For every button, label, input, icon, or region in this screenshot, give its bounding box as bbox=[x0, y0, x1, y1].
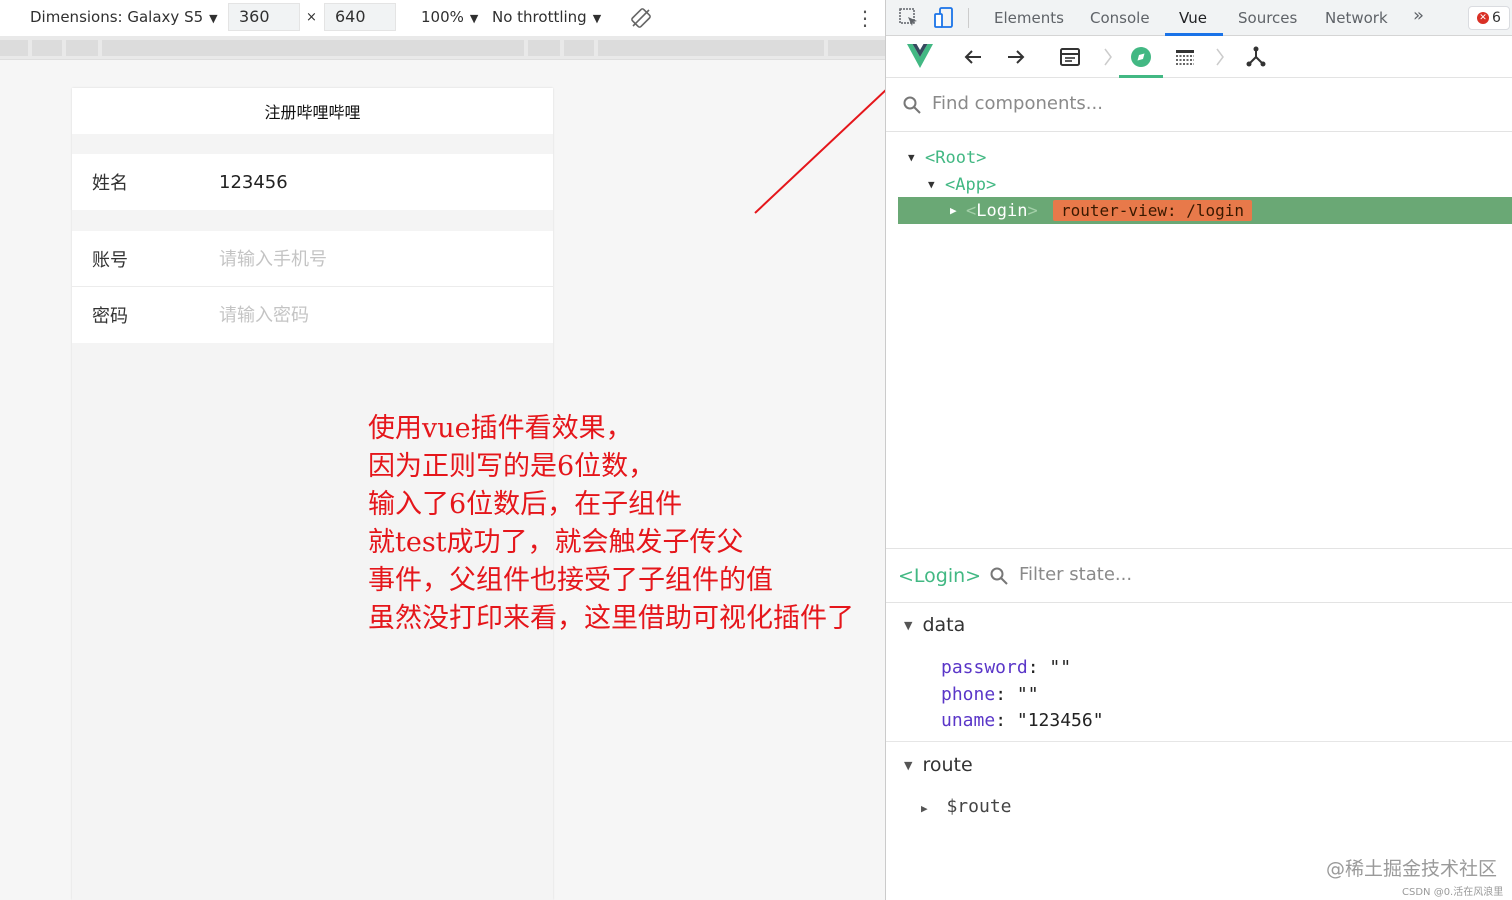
tree-node-label: <Login> bbox=[966, 200, 1038, 221]
vue-toolbar bbox=[886, 36, 1512, 78]
page-title: 注册哔哩哔哩 bbox=[72, 88, 553, 134]
explore-compass-icon[interactable] bbox=[1129, 45, 1153, 69]
expand-triangle-icon[interactable]: ▼ bbox=[904, 619, 912, 632]
password-input[interactable] bbox=[219, 304, 519, 326]
dimensions-select[interactable]: Dimensions: Galaxy S5 ▼ bbox=[30, 8, 218, 26]
section-route[interactable]: ▼ route bbox=[904, 754, 973, 776]
section-data[interactable]: ▼ data bbox=[904, 614, 965, 636]
csdn-credit: CSDN @0.活在风浪里 bbox=[1402, 887, 1504, 898]
chevron-down-icon: ▼ bbox=[469, 12, 479, 25]
route-prop-route[interactable]: ▶ $route bbox=[921, 796, 1012, 817]
error-count-badge[interactable]: ✕ 6 bbox=[1468, 6, 1510, 30]
data-prop-phone[interactable]: phone: "" bbox=[941, 684, 1039, 705]
search-icon bbox=[990, 567, 1008, 585]
height-input[interactable]: 640 bbox=[324, 3, 396, 31]
name-label: 姓名 bbox=[92, 173, 128, 194]
tree-row-app[interactable]: ▼ <App> bbox=[886, 171, 1512, 198]
tab-console[interactable]: Console bbox=[1090, 9, 1150, 27]
juejin-watermark: @稀土掘金技术社区 bbox=[1326, 858, 1498, 880]
devtools-tab-bar: Elements Console Vue Sources Network » ✕… bbox=[886, 0, 1512, 36]
password-row: 密码 bbox=[72, 287, 553, 343]
section-divider bbox=[886, 741, 1512, 742]
annotation-line: 就test成功了，就会触发子传父 bbox=[368, 527, 744, 558]
expand-triangle-icon[interactable]: ▼ bbox=[908, 151, 915, 164]
device-toolbar: Dimensions: Galaxy S5 ▼ 360 × 640 100% ▼ N… bbox=[0, 0, 885, 36]
tree-row-root[interactable]: ▼ <Root> bbox=[886, 144, 1512, 171]
annotation-line: 虽然没打印来看，这里借助可视化插件了 bbox=[368, 603, 854, 634]
find-components-input[interactable] bbox=[932, 93, 1492, 114]
annotation-text: 使用vue插件看效果， 因为正则写的是6位数， 输入了6位数后，在子组件 就te… bbox=[368, 410, 908, 638]
annotation-line: 因为正则写的是6位数， bbox=[368, 451, 656, 482]
find-components-bar bbox=[886, 78, 1512, 132]
component-tree: ▼ <Root> ▼ <App> ▶ <Login> router-view: … bbox=[886, 140, 1512, 540]
search-icon bbox=[903, 96, 921, 114]
account-row: 账号 bbox=[72, 231, 553, 287]
tree-node-label: <Root> bbox=[925, 147, 987, 168]
devtools-panel: Elements Console Vue Sources Network » ✕… bbox=[885, 0, 1512, 900]
routing-icon[interactable] bbox=[1244, 45, 1268, 69]
collapse-triangle-icon[interactable]: ▶ bbox=[921, 802, 928, 815]
chevron-down-icon: ▼ bbox=[592, 12, 602, 25]
name-input[interactable] bbox=[219, 171, 519, 193]
account-input[interactable] bbox=[219, 248, 519, 270]
data-prop-uname[interactable]: uname: "123456" bbox=[941, 710, 1104, 731]
chevron-right-icon bbox=[1104, 48, 1112, 66]
more-tabs-icon[interactable]: » bbox=[1413, 5, 1424, 26]
account-label: 账号 bbox=[92, 250, 128, 271]
dimensions-label: Dimensions: Galaxy S5 bbox=[30, 8, 204, 26]
zoom-select[interactable]: 100% ▼ bbox=[421, 8, 478, 26]
expand-triangle-icon[interactable]: ▼ bbox=[928, 178, 935, 191]
tab-sources[interactable]: Sources bbox=[1238, 9, 1297, 27]
annotation-line: 事件，父组件也接受了子组件的值 bbox=[368, 565, 773, 596]
vue-logo-icon bbox=[907, 44, 933, 68]
tree-row-login[interactable]: ▶ <Login> router-view: /login bbox=[898, 197, 1512, 224]
throttling-select[interactable]: No throttling ▼ bbox=[492, 8, 601, 26]
forward-arrow-icon[interactable] bbox=[1004, 45, 1028, 69]
inspect-element-icon[interactable] bbox=[898, 7, 920, 29]
filter-state-input[interactable] bbox=[1019, 564, 1479, 585]
tab-network[interactable]: Network bbox=[1325, 9, 1388, 27]
annotation-line: 使用vue插件看效果， bbox=[368, 413, 633, 444]
tab-elements[interactable]: Elements bbox=[994, 9, 1064, 27]
annotation-line: 输入了6位数后，在子组件 bbox=[368, 489, 683, 520]
chevron-right-icon bbox=[1216, 48, 1224, 66]
width-input[interactable]: 360 bbox=[228, 3, 300, 31]
tree-node-label: <App> bbox=[945, 174, 997, 195]
state-filter-bar: <Login> bbox=[886, 548, 1512, 603]
throttling-label: No throttling bbox=[492, 8, 587, 26]
collapse-triangle-icon[interactable]: ▶ bbox=[950, 204, 957, 217]
back-arrow-icon[interactable] bbox=[961, 45, 985, 69]
password-label: 密码 bbox=[92, 306, 128, 327]
timeline-icon[interactable] bbox=[1173, 45, 1197, 69]
chevron-down-icon: ▼ bbox=[209, 12, 218, 25]
error-icon: ✕ bbox=[1477, 12, 1490, 24]
section-title: data bbox=[922, 614, 966, 636]
name-row: 姓名 bbox=[72, 154, 553, 210]
expand-triangle-icon[interactable]: ▼ bbox=[904, 759, 912, 772]
more-options-icon[interactable]: ⋮ bbox=[855, 6, 875, 30]
data-prop-password[interactable]: password: "" bbox=[941, 657, 1071, 678]
components-icon[interactable] bbox=[1058, 45, 1082, 69]
router-view-badge: router-view: /login bbox=[1053, 200, 1253, 221]
error-count: 6 bbox=[1492, 10, 1501, 26]
zoom-label: 100% bbox=[421, 8, 464, 26]
selected-component-name: <Login> bbox=[898, 565, 982, 587]
tab-vue[interactable]: Vue bbox=[1179, 9, 1207, 27]
device-toggle-icon[interactable] bbox=[933, 6, 955, 30]
section-title: route bbox=[922, 754, 973, 776]
rotate-icon[interactable] bbox=[630, 7, 652, 29]
times-sign: × bbox=[306, 10, 317, 25]
